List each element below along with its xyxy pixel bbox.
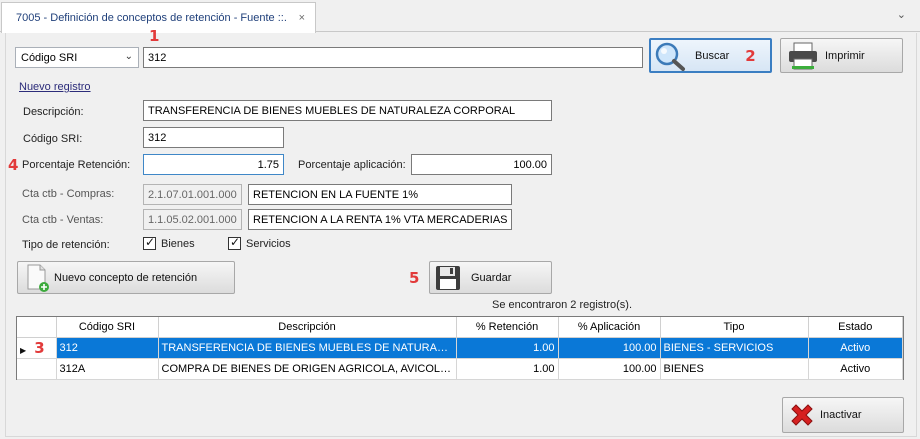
new-record-link[interactable]: Nuevo registro: [19, 81, 91, 93]
save-button[interactable]: Guardar: [429, 261, 552, 294]
new-document-icon: [27, 264, 49, 292]
cell-retention: 1.00: [456, 337, 559, 359]
deactivate-button-label: Inactivar: [820, 409, 862, 421]
sales-label: Cta ctb - Ventas:: [22, 214, 104, 226]
new-concept-button[interactable]: Nuevo concepto de retención: [17, 261, 235, 294]
deactivate-button[interactable]: Inactivar: [782, 397, 904, 433]
services-label: Servicios: [246, 237, 291, 250]
row-pointer-icon: ▶: [20, 345, 27, 355]
percent-label: Porcentaje Retención:: [22, 159, 131, 171]
purchases-desc-field[interactable]: RETENCION EN LA FUENTE 1%: [248, 184, 512, 205]
print-button-label: Imprimir: [825, 49, 865, 62]
save-icon: [436, 265, 460, 290]
percent-apply-field[interactable]: 100.00: [411, 154, 552, 175]
goods-checkbox[interactable]: Bienes: [143, 235, 195, 250]
cell-code: 312: [56, 337, 159, 359]
services-checkbox[interactable]: Servicios: [228, 235, 291, 250]
cell-retention: 1.00: [456, 358, 559, 380]
cell-type: BIENES: [660, 358, 809, 380]
sales-desc-field[interactable]: RETENCION A LA RENTA 1% VTA MERCADERIAS: [248, 209, 512, 230]
new-concept-label: Nuevo concepto de retención: [54, 271, 198, 284]
search-field-select[interactable]: Código SRI ⌄: [15, 47, 139, 68]
search-input[interactable]: 312: [143, 47, 643, 68]
printer-icon: [789, 42, 817, 69]
description-field[interactable]: TRANSFERENCIA DE BIENES MUEBLES DE NATUR…: [143, 100, 552, 121]
column-header[interactable]: % Retención: [456, 317, 559, 338]
save-button-label: Guardar: [471, 271, 512, 284]
cell-apply: 100.00: [558, 358, 661, 380]
grid-header: Código SRI Descripción % Retención % Apl…: [17, 317, 903, 338]
marker-3: 3: [34, 338, 45, 357]
marker-2: 2: [745, 46, 756, 65]
cell-status: Activo: [808, 337, 903, 359]
search-button-label: Buscar: [695, 49, 730, 62]
marker-4: 4: [8, 156, 19, 174]
sales-account-field: 1.1.05.02.001.000: [143, 209, 242, 230]
description-label: Descripción:: [23, 106, 84, 118]
purchases-account-field: 2.1.07.01.001.000: [143, 184, 242, 205]
results-grid[interactable]: Código SRI Descripción % Retención % Apl…: [16, 316, 904, 380]
row-indicator: ▶ 3: [17, 337, 57, 359]
tab-title: 7005 - Definición de conceptos de retenc…: [16, 12, 287, 24]
cell-apply: 100.00: [558, 337, 661, 359]
purchases-label: Cta ctb - Compras:: [22, 188, 115, 200]
search-icon: [655, 42, 685, 71]
delete-x-icon: [791, 404, 813, 426]
chevron-down-icon: ⌄: [124, 51, 133, 62]
cell-code: 312A: [56, 358, 159, 380]
marker-5: 5: [409, 269, 420, 287]
cell-description: TRANSFERENCIA DE BIENES MUEBLES DE NATUR…: [158, 337, 457, 359]
row-indicator: [17, 358, 57, 380]
close-tab-icon[interactable]: ×: [299, 12, 305, 24]
cell-description: COMPRA DE BIENES DE ORIGEN AGRICOLA, AVI…: [158, 358, 457, 380]
cell-type: BIENES - SERVICIOS: [660, 337, 809, 359]
goods-label: Bienes: [161, 237, 195, 250]
percent-retention-field[interactable]: 1.75: [143, 154, 284, 175]
search-field-selected: Código SRI: [21, 51, 78, 64]
row-indicator-header: [17, 317, 57, 338]
apply-label: Porcentaje aplicación:: [298, 159, 406, 171]
chevron-down-icon[interactable]: ⌄: [897, 8, 906, 21]
code-label: Código SRI:: [23, 133, 83, 145]
column-header[interactable]: Tipo: [660, 317, 809, 338]
checkbox-checked-icon: [143, 235, 156, 250]
search-button[interactable]: Buscar 2: [649, 38, 772, 73]
marker-1: 1: [149, 27, 160, 45]
type-label: Tipo de retención:: [22, 239, 110, 251]
column-header[interactable]: Estado: [808, 317, 903, 338]
checkbox-checked-icon: [228, 235, 241, 250]
column-header[interactable]: Descripción: [158, 317, 457, 338]
column-header[interactable]: Código SRI: [56, 317, 159, 338]
code-field[interactable]: 312: [143, 127, 284, 148]
results-count: Se encontraron 2 registro(s).: [492, 299, 633, 311]
cell-status: Activo: [808, 358, 903, 380]
table-row[interactable]: ▶ 3 312 TRANSFERENCIA DE BIENES MUEBLES …: [17, 337, 903, 359]
column-header[interactable]: % Aplicación: [558, 317, 661, 338]
table-row[interactable]: 312A COMPRA DE BIENES DE ORIGEN AGRICOLA…: [17, 358, 903, 380]
print-button[interactable]: Imprimir: [780, 38, 903, 73]
